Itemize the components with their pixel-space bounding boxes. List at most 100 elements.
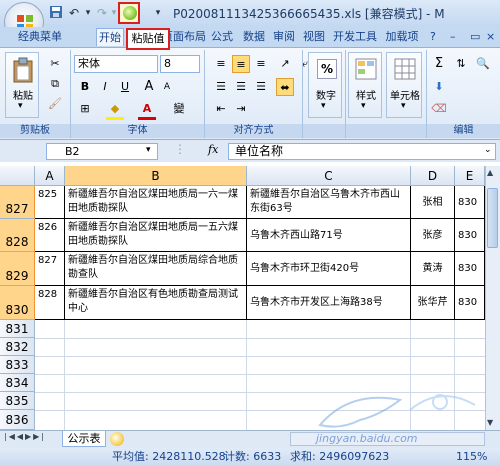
table-cell[interactable]: 830	[455, 252, 485, 286]
select-all-corner[interactable]	[0, 166, 35, 186]
font-size-combo[interactable]: 8	[160, 55, 200, 73]
table-cell[interactable]: 张彦	[411, 219, 455, 252]
align-bottom-icon[interactable]: ≡	[252, 55, 270, 73]
tab-classic-menu[interactable]: 经典菜单	[14, 28, 66, 46]
row-header[interactable]: 834	[0, 374, 35, 392]
styles-button[interactable]: 样式 ▾	[348, 52, 382, 118]
table-cell[interactable]: 新疆維吾尔自治区有色地质勘查局测试中心	[65, 286, 247, 320]
align-center-icon[interactable]: ☰	[232, 78, 250, 96]
name-box[interactable]: B2	[46, 143, 158, 160]
tab-view[interactable]: 视图	[300, 28, 328, 46]
row-header[interactable]: 830	[0, 286, 35, 320]
table-cell[interactable]: 830	[455, 286, 485, 320]
format-painter-icon[interactable]: 🖌	[46, 95, 64, 113]
tab-developer[interactable]: 开发工具	[330, 28, 380, 46]
row-header[interactable]: 832	[0, 338, 35, 356]
table-cell[interactable]: 825	[35, 186, 65, 219]
tab-formulas[interactable]: 公式	[208, 28, 236, 46]
table-cell[interactable]: 张华芹	[411, 286, 455, 320]
copy-icon[interactable]: ⧉	[46, 75, 64, 93]
cells-button[interactable]: 单元格 ▾	[386, 52, 422, 118]
column-header-e[interactable]: E	[455, 166, 485, 186]
number-format-button[interactable]: % 数字 ▾	[308, 52, 342, 118]
sheet-nav-icons[interactable]: |◀◀▶▶|	[4, 432, 46, 441]
scroll-up-icon[interactable]: ▲	[487, 168, 493, 177]
underline-button[interactable]: U	[116, 78, 134, 96]
tab-home[interactable]: 开始	[96, 28, 124, 46]
tab-page-layout[interactable]: 页面布局	[166, 28, 206, 46]
autosum-button[interactable]: Σ	[430, 55, 448, 73]
paste-values-quick-button[interactable]	[118, 2, 140, 24]
table-cell[interactable]: 张相	[411, 186, 455, 219]
font-name-combo[interactable]: 宋体	[74, 55, 158, 73]
formula-bar-splitter[interactable]: ⋮	[174, 142, 186, 156]
table-cell[interactable]: 新疆維吾尔自治区煤田地质局一五六煤田地质勘探队	[65, 219, 247, 252]
customize-qat-icon[interactable]: ▾	[150, 5, 166, 21]
table-cell[interactable]: 新疆維吾尔自治区煤田地质局综合地质勘查队	[65, 252, 247, 286]
row-header[interactable]: 828	[0, 219, 35, 252]
row-header[interactable]: 829	[0, 252, 35, 286]
grow-font-button[interactable]: A	[140, 78, 158, 96]
shrink-font-button[interactable]: A	[158, 78, 176, 96]
fill-down-icon[interactable]: ⬇	[430, 78, 448, 96]
row-header[interactable]: 836	[0, 410, 35, 430]
table-cell[interactable]: 新疆維吾尔自治区煤田地质局一六一煤田地质勘探队	[65, 186, 247, 219]
table-cell[interactable]: 826	[35, 219, 65, 252]
minimize-ribbon-icon[interactable]: –	[450, 30, 456, 43]
save-icon[interactable]	[48, 5, 64, 21]
cells-label: 单元格	[390, 91, 420, 102]
fill-color-icon[interactable]: ◆	[106, 100, 124, 118]
align-left-icon[interactable]: ☰	[212, 78, 230, 96]
row-header[interactable]: 827	[0, 186, 35, 219]
tab-addins[interactable]: 加载项	[382, 28, 422, 46]
font-color-button[interactable]: A	[138, 100, 156, 118]
cut-icon[interactable]: ✂	[46, 55, 64, 73]
row-header[interactable]: 831	[0, 320, 35, 338]
zoom-level[interactable]: 115%	[456, 448, 487, 466]
expand-formula-bar-icon[interactable]: ⌄	[484, 145, 492, 155]
column-header-a[interactable]: A	[35, 166, 65, 186]
decrease-indent-icon[interactable]: ⇤	[212, 100, 230, 118]
clear-icon[interactable]: ⌫	[430, 100, 448, 118]
table-cell[interactable]: 828	[35, 286, 65, 320]
name-box-dropdown-icon[interactable]: ▾	[146, 145, 151, 155]
tab-data[interactable]: 数据	[240, 28, 268, 46]
column-header-c[interactable]: C	[247, 166, 411, 186]
phonetic-button[interactable]: 變	[170, 100, 188, 118]
restore-window-icon[interactable]: ▭	[470, 30, 480, 43]
styles-dropdown-icon: ▾	[361, 101, 366, 111]
sort-filter-icon[interactable]: ⇅	[452, 55, 470, 73]
find-select-icon[interactable]: 🔍	[474, 55, 492, 73]
insert-sheet-icon[interactable]	[110, 432, 124, 446]
table-cell[interactable]: 乌鲁木齐市开发区上海路38号	[247, 286, 411, 320]
table-cell[interactable]: 乌鲁木齐西山路71号	[247, 219, 411, 252]
close-window-icon[interactable]: ×	[486, 30, 495, 43]
align-top-icon[interactable]: ≡	[212, 55, 230, 73]
formula-input[interactable]: 单位名称	[228, 143, 496, 160]
table-cell[interactable]: 830	[455, 219, 485, 252]
table-cell[interactable]: 乌鲁木齐市环卫街420号	[247, 252, 411, 286]
sheet-tab-active[interactable]: 公示表	[62, 431, 106, 447]
merge-center-icon[interactable]: ⬌	[276, 78, 294, 96]
window-title: P020081113425366665435.xls [兼容模式] - M	[173, 7, 445, 21]
align-middle-icon[interactable]: ≡	[232, 55, 250, 73]
table-cell[interactable]: 827	[35, 252, 65, 286]
tab-review[interactable]: 审阅	[270, 28, 298, 46]
increase-indent-icon[interactable]: ⇥	[232, 100, 250, 118]
vertical-scroll-thumb[interactable]	[487, 188, 498, 248]
row-header[interactable]: 833	[0, 356, 35, 374]
paste-button[interactable]: 粘贴 ▾	[5, 52, 39, 118]
column-header-d[interactable]: D	[411, 166, 455, 186]
table-cell[interactable]: 黄涛	[411, 252, 455, 286]
column-header-b[interactable]: B	[65, 166, 247, 186]
orientation-icon[interactable]: ↗	[276, 55, 294, 73]
align-right-icon[interactable]: ☰	[252, 78, 270, 96]
bold-button[interactable]: B	[76, 78, 94, 96]
table-cell[interactable]: 新疆維吾尔自治区乌鲁木齐市西山东街63号	[247, 186, 411, 219]
insert-function-button[interactable]: fx	[208, 143, 218, 156]
table-cell[interactable]: 830	[455, 186, 485, 219]
row-header[interactable]: 835	[0, 392, 35, 410]
help-icon[interactable]: ?	[430, 30, 436, 43]
italic-button[interactable]: I	[96, 78, 114, 96]
borders-icon[interactable]: ⊞	[76, 100, 94, 118]
